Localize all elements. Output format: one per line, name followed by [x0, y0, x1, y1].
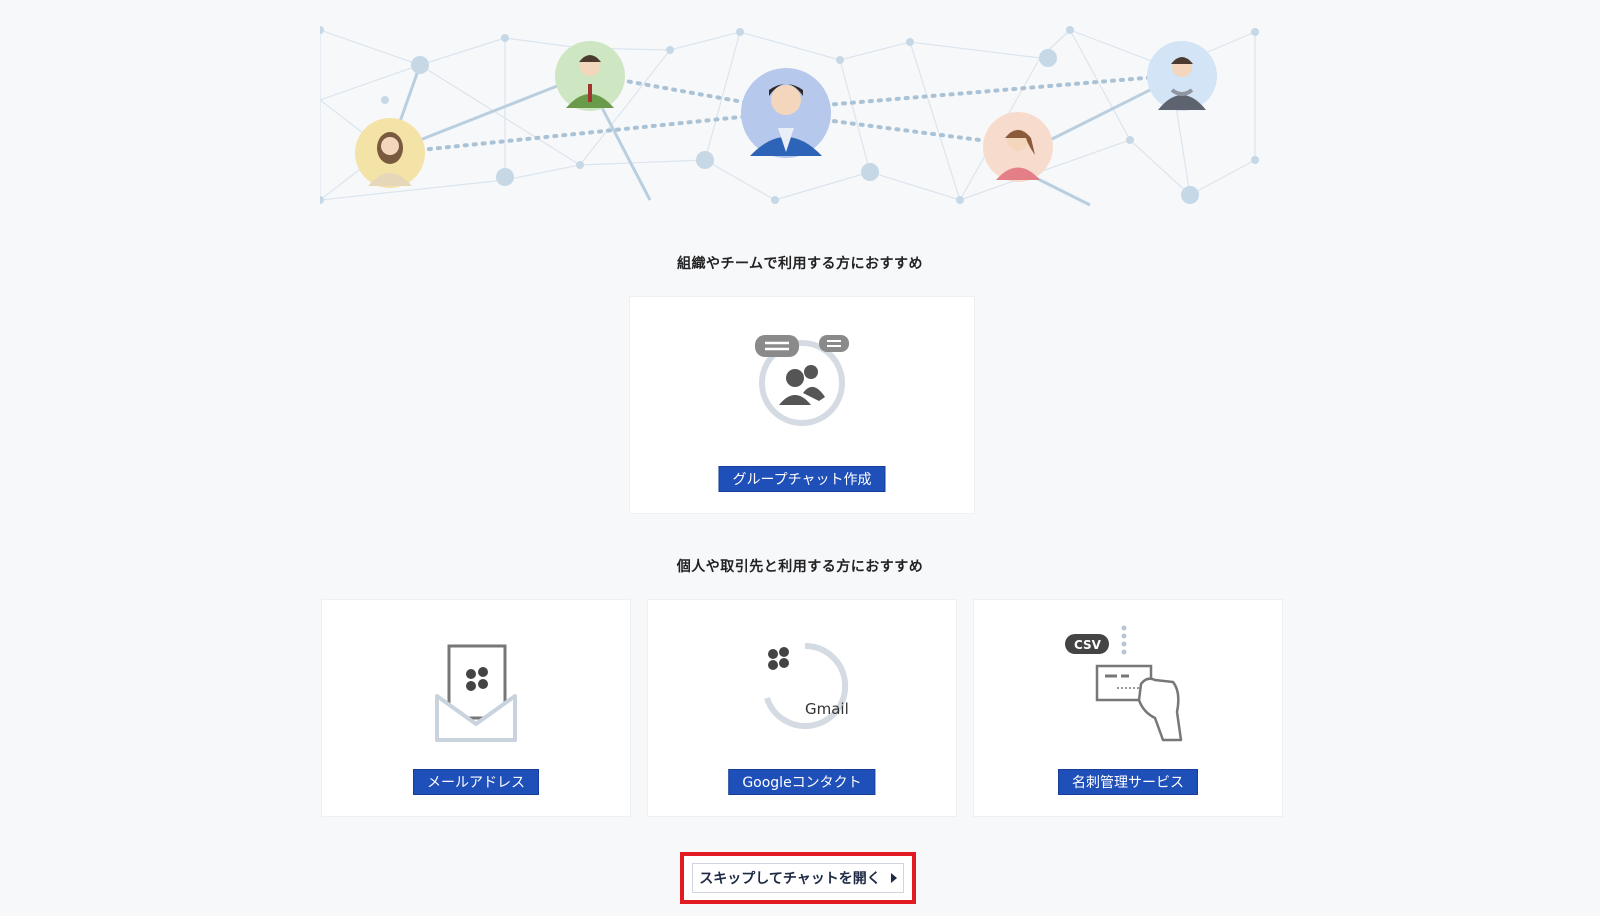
mail-envelope-icon: [322, 638, 630, 742]
triangle-right-icon: [890, 873, 897, 883]
section-title-personal: 個人や取引先と利用する方におすすめ: [676, 559, 924, 575]
email-address-button[interactable]: メールアドレス: [413, 769, 539, 795]
business-card-service-card[interactable]: CSV 名刺管理サービス: [974, 600, 1282, 816]
avatar-woman-left: [355, 118, 425, 188]
skip-open-chat-button[interactable]: スキップしてチャットを開く: [692, 863, 904, 893]
gmail-label: Gmail: [805, 700, 849, 718]
group-chat-create-button[interactable]: グループチャット作成: [718, 466, 886, 492]
avatar-man-green: [555, 41, 625, 111]
network-people-illustration-icon: [316, 26, 1259, 207]
avatar-man-right: [1147, 41, 1217, 111]
google-contacts-icon: Gmail: [648, 638, 956, 738]
hero-illustration: [316, 20, 1282, 212]
avatar-man-center: [741, 68, 831, 158]
business-card-csv-icon: CSV: [974, 622, 1282, 742]
skip-button-label: スキップしてチャットを開く: [699, 871, 881, 887]
avatar-woman-right: [983, 112, 1053, 182]
google-contacts-button[interactable]: Googleコンタクト: [728, 769, 876, 795]
group-chat-card[interactable]: グループチャット作成: [630, 297, 974, 513]
group-chat-icon: [630, 327, 974, 427]
csv-label: CSV: [1074, 638, 1102, 652]
section-title-organization: 組織やチームで利用する方におすすめ: [676, 256, 924, 272]
google-contacts-card[interactable]: Gmail Googleコンタクト: [648, 600, 956, 816]
business-card-service-button[interactable]: 名刺管理サービス: [1058, 769, 1198, 795]
skip-highlight-frame: スキップしてチャットを開く: [680, 852, 916, 904]
email-card[interactable]: メールアドレス: [322, 600, 630, 816]
